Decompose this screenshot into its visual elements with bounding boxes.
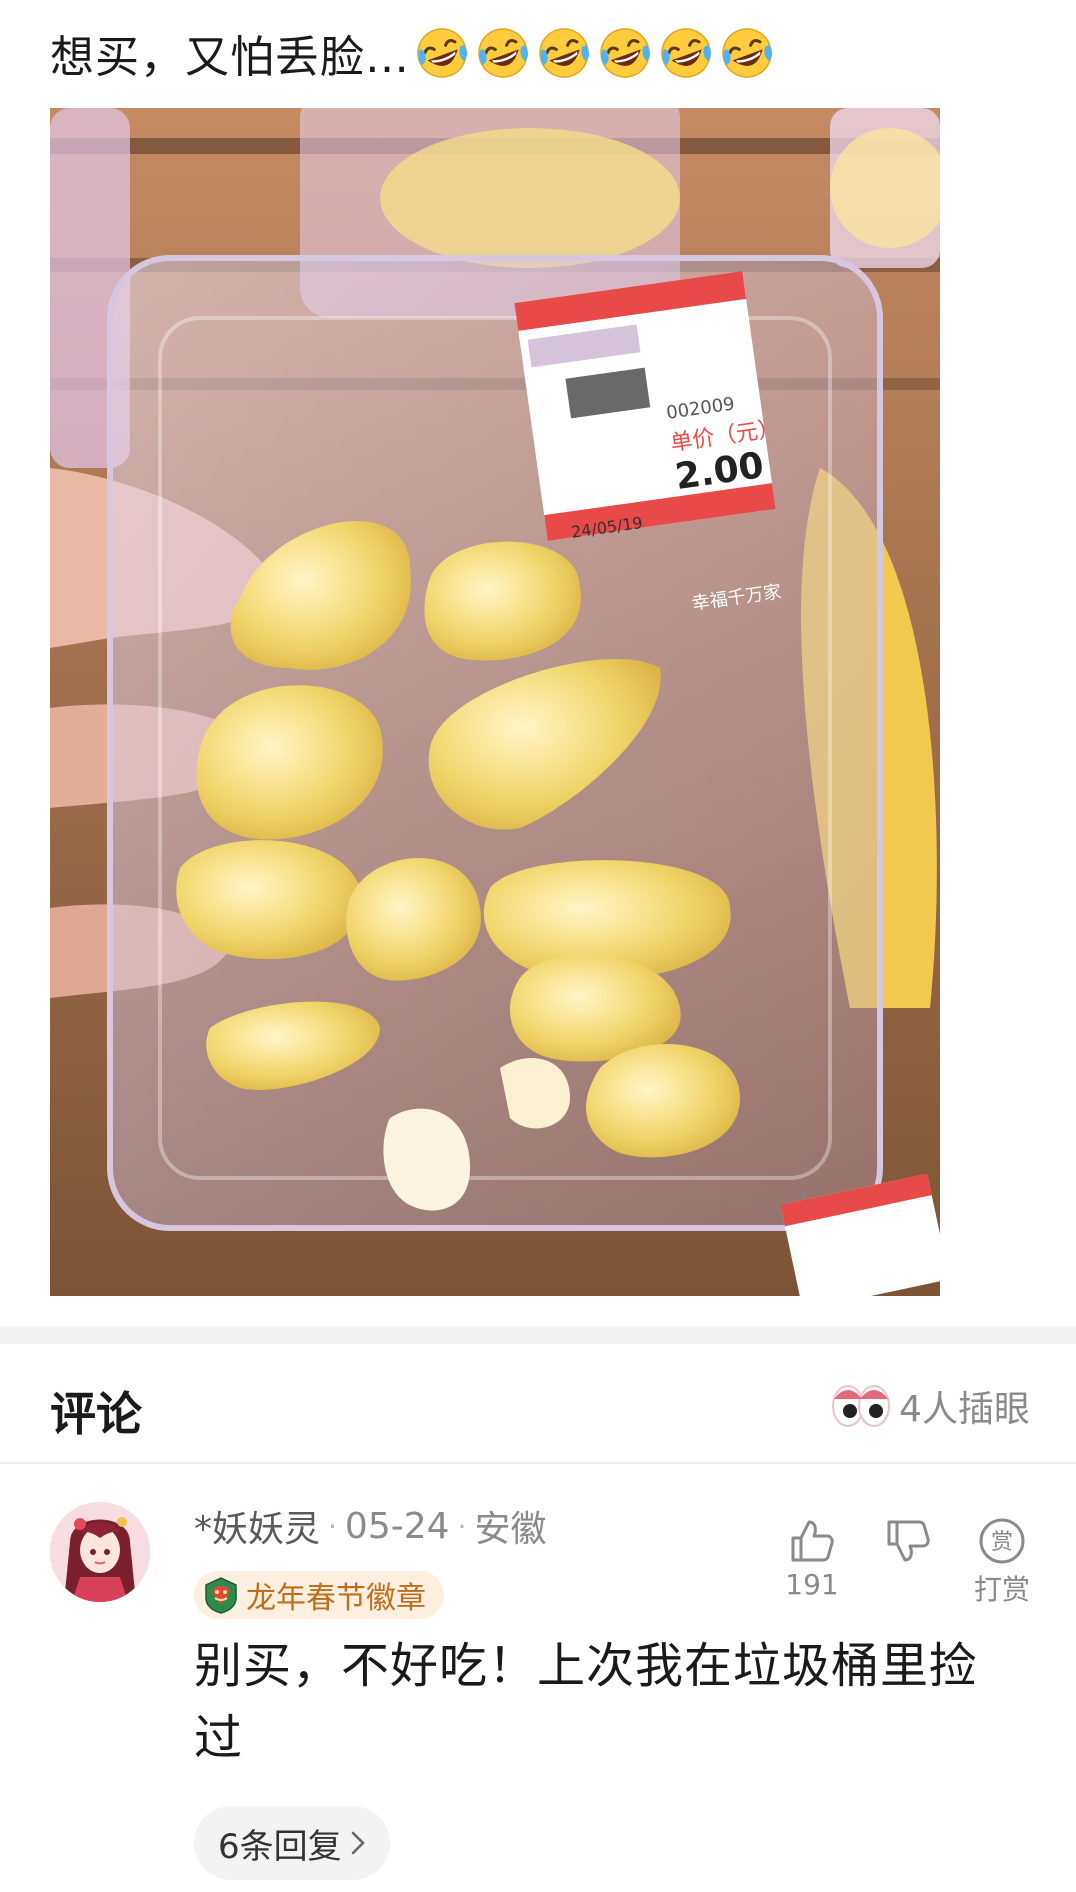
eyes-icon	[832, 1385, 891, 1427]
meta-separator: ·	[328, 1509, 337, 1543]
dislike-button[interactable]	[878, 1516, 938, 1566]
post-photo[interactable]: 002009 单价（元） 2.00 24/05/19 幸福千万家	[50, 108, 940, 1296]
rolling-on-floor-laughing-emoji	[600, 28, 650, 78]
dragon-badge-icon	[205, 1577, 237, 1614]
like-count: 191	[785, 1568, 839, 1601]
replies-label: 6条回复	[218, 1826, 342, 1867]
comments-title: 评论	[50, 1387, 142, 1441]
user-badge[interactable]: 龙年春节徽章	[194, 1571, 444, 1619]
comment-meta: *妖妖灵 · 05-24 · 安徽	[194, 1500, 546, 1552]
meta-separator: ·	[457, 1509, 467, 1543]
rolling-on-floor-laughing-emoji	[722, 28, 772, 78]
price-tag-text: 002009 单价（元） 2.00	[665, 388, 787, 498]
like-button[interactable]: 191	[782, 1516, 842, 1601]
peek-count-text: 4人插眼	[899, 1389, 1030, 1430]
reward-label: 打赏	[973, 1573, 1030, 1606]
avatar[interactable]	[50, 1502, 150, 1602]
rolling-on-floor-laughing-emoji	[661, 28, 711, 78]
badge-label: 龙年春节徽章	[246, 1581, 426, 1616]
comment-item: *妖妖灵 · 05-24 · 安徽 龙年春节徽章 别买，不好吃！上次我在垃圾桶里…	[0, 1464, 1076, 1892]
reward-icon-char: 赏	[991, 1530, 1013, 1555]
rolling-on-floor-laughing-emoji	[539, 28, 589, 78]
emoji-row	[414, 25, 780, 81]
reward-button[interactable]: 赏 打赏	[970, 1516, 1034, 1608]
thumbs-down-icon	[887, 1520, 930, 1562]
reward-icon: 赏	[979, 1518, 1025, 1564]
section-divider	[0, 1326, 1076, 1344]
comments-header: 评论 4人插眼	[0, 1344, 1076, 1462]
thumbs-up-icon	[791, 1520, 834, 1562]
comment-username[interactable]: *妖妖灵	[194, 1500, 320, 1552]
view-replies-button[interactable]: 6条回复	[194, 1806, 390, 1880]
rolling-on-floor-laughing-emoji	[417, 28, 467, 78]
comment-location: 安徽	[474, 1509, 547, 1550]
post-title-text: 想买，又怕丢脸…	[50, 32, 410, 83]
anime-avatar-image	[50, 1502, 150, 1602]
chevron-right-icon	[351, 1831, 365, 1855]
comment-body: 别买，不好吃！上次我在垃圾桶里捡过	[194, 1638, 979, 1766]
post-title: 想买，又怕丢脸…	[50, 18, 780, 88]
rolling-on-floor-laughing-emoji	[478, 28, 528, 78]
peek-counter[interactable]: 4人插眼	[831, 1380, 1030, 1432]
comment-date: 05-24	[344, 1505, 450, 1547]
durian-photo-illustration	[50, 108, 940, 1296]
